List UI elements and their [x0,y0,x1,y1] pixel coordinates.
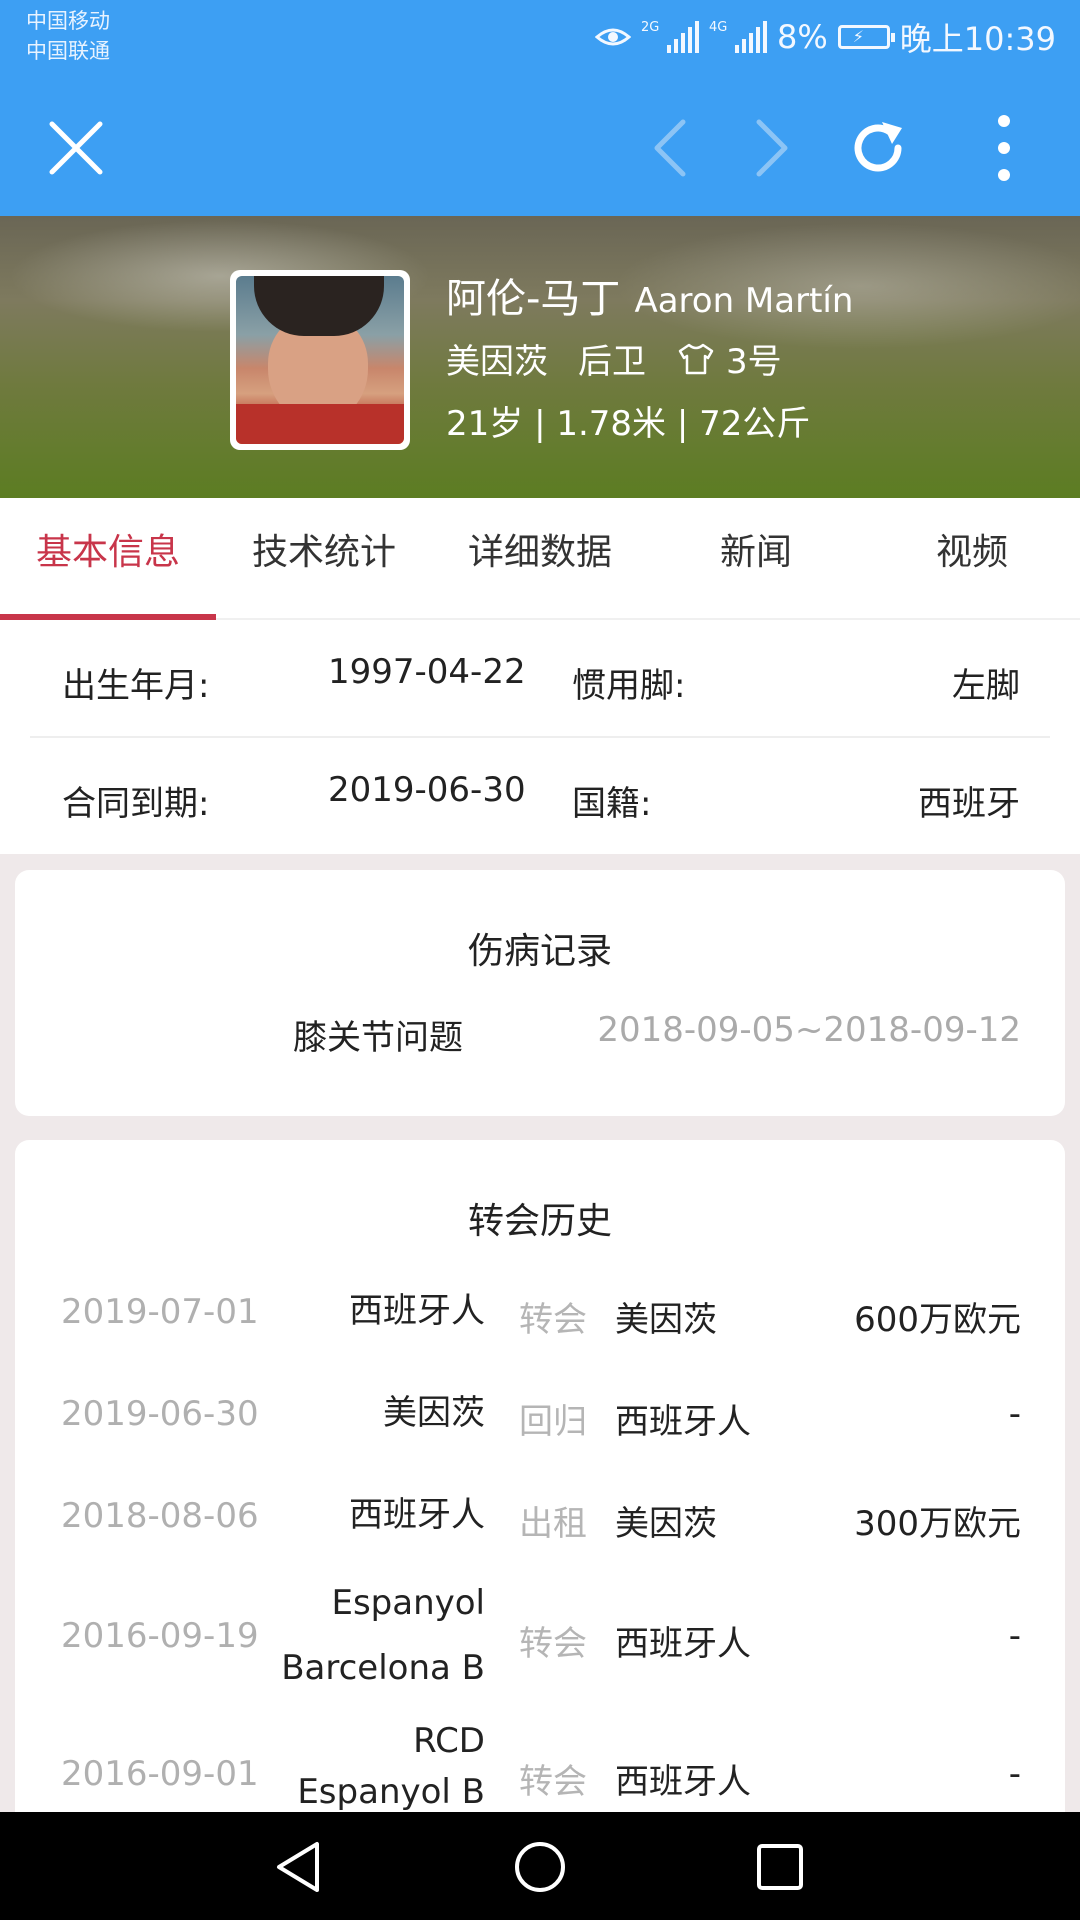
back-button[interactable] [630,108,710,188]
birth-value: 1997-04-22 [328,652,526,692]
injury-name: 膝关节问题 [293,1018,463,1058]
tab-detailed-data[interactable]: 详细数据 [432,498,648,618]
refresh-button[interactable] [838,108,918,188]
forward-button[interactable] [732,108,812,188]
square-recents-icon [757,1844,803,1890]
transfer-type: 转会 [519,1762,587,1802]
eye-comfort-icon [595,28,631,46]
transfer-to: 西班牙人 [615,1402,751,1442]
transfer-type: 出租 [519,1504,587,1544]
close-button[interactable] [36,108,116,188]
player-photo [230,270,410,450]
foot-label: 惯用脚: [572,666,686,706]
transfer-from: Espanyol [331,1583,485,1623]
transfer-fee: - [1008,1754,1021,1794]
player-number: 3号 [726,342,782,382]
injury-card: 伤病记录 膝关节问题 2018-09-05~2018-09-12 [15,870,1065,1116]
player-meta: 美因茨 后卫 3号 [446,334,782,383]
nation-value: 西班牙 [918,784,1020,824]
info-row: 出生年月: 1997-04-22 惯用脚: 左脚 [30,620,1050,738]
tab-news[interactable]: 新闻 [648,498,864,618]
status-indicators: 2G 4G 8% ⚡ 晚上10:39 [595,12,1056,62]
transfer-title: 转会历史 [467,1201,612,1242]
carrier-info: 中国移动 中国联通 [26,6,110,66]
signal-2g-icon: 2G [641,21,699,53]
tab-bar: 基本信息 技术统计 详细数据 新闻 视频 [0,498,1080,620]
nav-home-button[interactable] [500,1832,580,1902]
transfer-date: 2019-07-01 [61,1292,259,1332]
carrier-1: 中国移动 [26,9,110,33]
tab-basic-info[interactable]: 基本信息 [0,498,216,620]
player-name-cn: 阿伦-马丁 [446,276,621,322]
injury-title: 伤病记录 [467,931,612,972]
chevron-left-icon [654,119,686,177]
jersey-icon [678,343,714,374]
player-position: 后卫 [578,342,646,382]
battery-icon: ⚡ [837,25,895,49]
transfer-to: 美因茨 [615,1504,717,1544]
signal-4g-icon: 4G [709,21,767,53]
nav-recents-button[interactable] [740,1832,820,1902]
circle-home-icon [515,1842,565,1892]
birth-label: 出生年月: [62,666,210,706]
transfer-date: 2016-09-01 [61,1754,259,1794]
chevron-right-icon [756,119,788,177]
transfer-type: 转会 [519,1300,587,1340]
transfer-date: 2019-06-30 [61,1394,259,1434]
more-menu-button[interactable] [964,108,1044,188]
transfer-fee: - [1008,1616,1021,1656]
transfer-type: 转会 [519,1624,587,1664]
tab-tech-stats[interactable]: 技术统计 [216,498,432,618]
transfer-fee: 600万欧元 [854,1300,1021,1340]
transfer-from: 美因茨 [383,1393,485,1433]
basic-info-section: 出生年月: 1997-04-22 惯用脚: 左脚 合同到期: 2019-06-3… [0,620,1080,854]
player-name-en: Aaron Martín [634,281,854,321]
transfer-fee: - [1008,1394,1021,1434]
clock: 晚上10:39 [899,20,1056,58]
transfer-history-card: 转会历史 2019-07-01 西班牙人 转会 美因茨 600万欧元 2019-… [15,1140,1065,1860]
status-bar: 中国移动 中国联通 2G 4G 8% ⚡ 晚上10:39 [0,0,1080,80]
signal-2g-label: 2G [641,20,660,35]
injury-period: 2018-09-05~2018-09-12 [597,1010,1021,1050]
player-header: 阿伦-马丁 Aaron Martín 美因茨 后卫 3号 21岁 | 1.78米 … [0,216,1080,498]
contract-label: 合同到期: [62,784,210,824]
more-vertical-icon [998,115,1010,181]
transfer-to: 西班牙人 [615,1762,751,1802]
battery-percent: 8% [777,18,828,56]
system-nav-bar [0,1812,1080,1920]
foot-value: 左脚 [952,666,1020,706]
transfer-from: 西班牙人 [349,1291,485,1331]
transfer-date: 2016-09-19 [61,1616,259,1656]
player-name: 阿伦-马丁 Aaron Martín [446,266,853,324]
transfer-from: 西班牙人 [349,1495,485,1535]
transfer-fee: 300万欧元 [854,1504,1021,1544]
transfer-to: 西班牙人 [615,1624,751,1664]
tab-video[interactable]: 视频 [864,498,1080,618]
transfer-date: 2018-08-06 [61,1496,259,1536]
contract-value: 2019-06-30 [328,770,526,810]
player-body-stats: 21岁 | 1.78米 | 72公斤 [446,404,811,444]
signal-4g-label: 4G [709,20,728,35]
transfer-from-line2: Barcelona B [281,1648,485,1688]
info-row: 合同到期: 2019-06-30 国籍: 西班牙 [30,738,1050,854]
refresh-icon [854,122,902,172]
nation-label: 国籍: [572,784,652,824]
carrier-2: 中国联通 [26,39,110,63]
browser-toolbar [0,80,1080,216]
nav-back-button[interactable] [258,1832,338,1902]
player-club: 美因茨 [446,342,548,382]
transfer-to: 美因茨 [615,1300,717,1340]
close-icon [49,121,103,175]
transfer-type: 回归 [519,1402,587,1442]
triangle-back-icon [277,1842,319,1892]
